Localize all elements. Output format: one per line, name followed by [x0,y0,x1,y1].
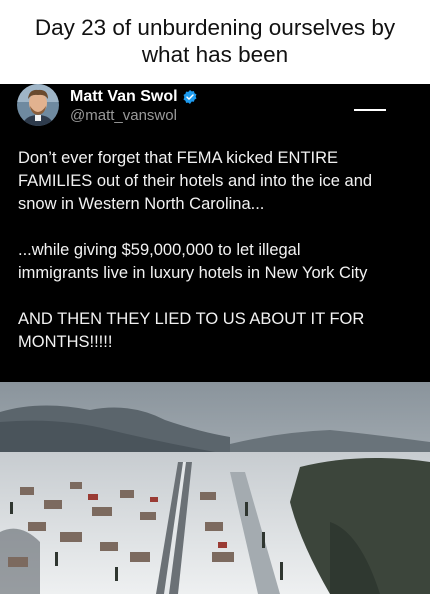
author-name[interactable]: Matt Van Swol [70,88,178,106]
tweet-line: Don’t ever forget that FEMA kicked ENTIR… [18,149,339,167]
tweet-line: ...while giving $59,000,000 to let illeg… [18,241,301,259]
meme-caption: Day 23 of unburdening ourselves by what … [0,0,430,84]
verified-badge-icon [183,90,197,104]
aerial-snowy-town-photo[interactable] [0,382,430,594]
author-handle[interactable]: @matt_vanswol [70,107,177,124]
caption-line-1: Day 23 of unburdening ourselves by [34,15,396,40]
tweet-line: snow in Western North Carolina... [18,195,265,213]
tweet-text: Don’t ever forget that FEMA kicked ENTIR… [18,147,418,377]
tweet-line: immigrants live in luxury hotels in New … [18,264,368,282]
tweet-paragraph-2: ...while giving $59,000,000 to let illeg… [18,239,418,285]
caption-line-2: what has been [141,42,289,67]
more-options-icon[interactable] [352,98,388,118]
tweet-line: MONTHS!!!!! [18,333,113,351]
tweet-card: Matt Van Swol @matt_vanswol Don’t ever f… [0,84,430,382]
tweet-paragraph-1: Don’t ever forget that FEMA kicked ENTIR… [18,147,418,216]
tweet-paragraph-3: AND THEN THEY LIED TO US ABOUT IT FOR MO… [18,308,418,354]
tweet-line: FAMILIES out of their hotels and into th… [18,172,373,190]
avatar[interactable] [17,84,59,126]
tweet-line: AND THEN THEY LIED TO US ABOUT IT FOR [18,310,365,328]
author-row: Matt Van Swol [70,88,198,106]
